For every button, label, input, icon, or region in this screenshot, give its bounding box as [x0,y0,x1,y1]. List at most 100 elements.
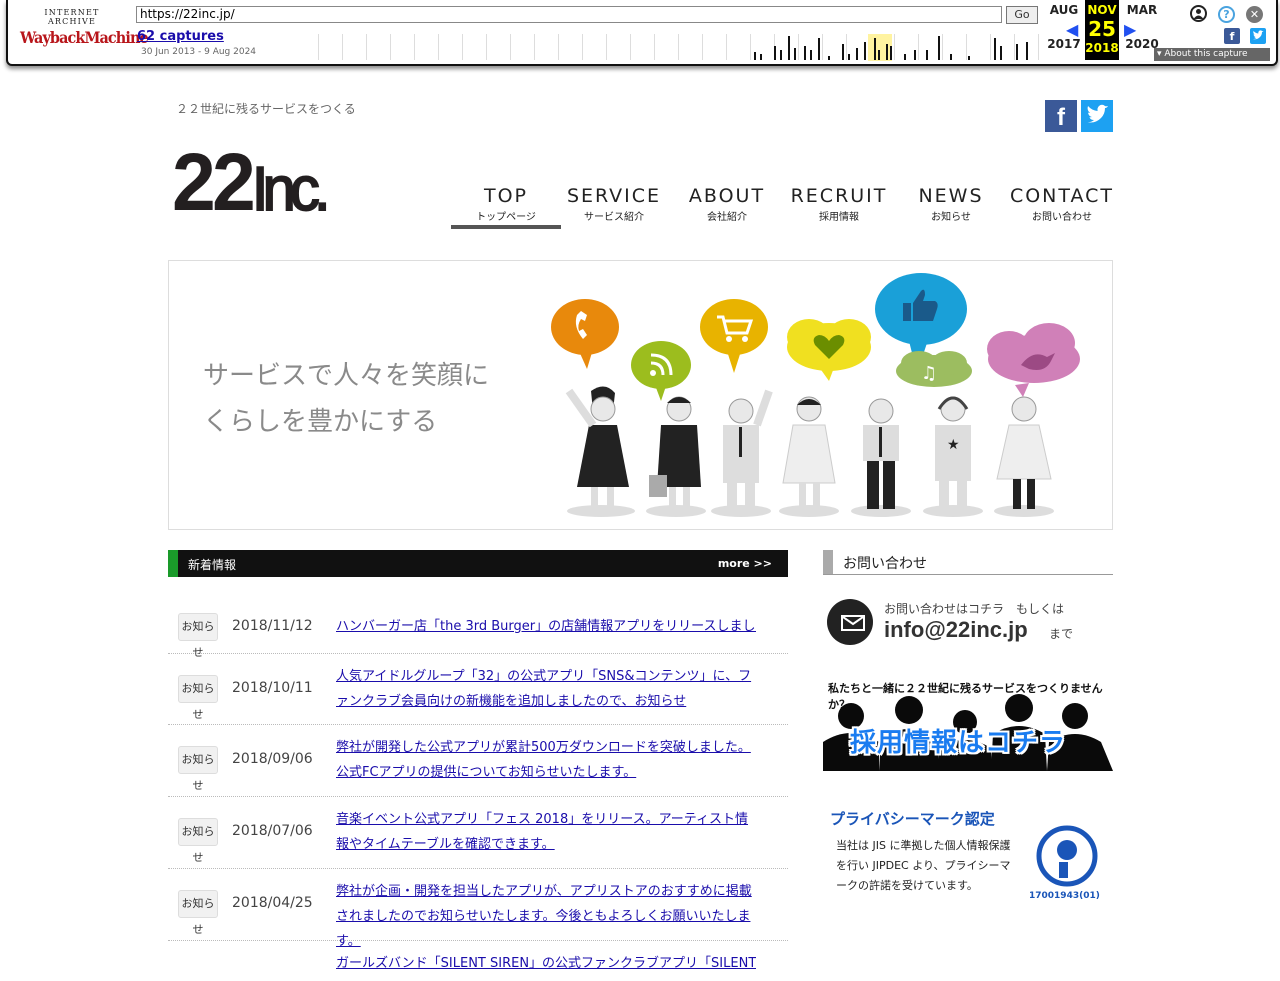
news-link[interactable]: ハンバーガー店「the 3rd Burger」の店舗情報アプリをリリースしました… [336,614,756,639]
account-icon[interactable] [1190,5,1207,22]
wayback-twitter-icon[interactable] [1250,28,1266,44]
privacy-title: プライバシーマーク認定 [830,810,995,828]
envelope-shape [841,615,865,631]
wayback-capture-range: 30 Jun 2013 - 9 Aug 2024 [141,47,257,57]
svg-text:♫: ♫ [921,363,937,384]
nav-label-jp: 会社紹介 [707,212,747,223]
sparkline-bar [818,38,820,60]
nav-label-en: TOP [483,185,529,207]
nav-item-top[interactable]: TOP トップページ [451,186,561,229]
wayback-logo[interactable]: INTERNET ARCHIVE WaybackMachine [20,8,149,48]
wayback-sparkline[interactable] [308,30,1039,61]
contact-banner[interactable]: お問い合わせはコチラ もしくは info@22inc.jp まで [823,596,1113,652]
sparkline-year-divider [534,34,535,60]
wayback-logo-main: WaybackMachine [20,28,149,47]
sparkline-bar [754,52,756,60]
sparkline-year-divider [1014,34,1015,60]
news-accent [168,550,178,577]
contact-email[interactable]: info@22inc.jp [884,617,1028,643]
news-link[interactable]: 弊社が開発した公式アプリが累計500万ダウンロードを突破しました。公式FCアプリ… [336,735,756,785]
sparkline-year-divider [894,34,895,60]
privacy-number: 17001943(01) [1029,891,1100,900]
hero-illustration: ♫ ★ [551,273,1080,517]
news-link[interactable]: 音楽イベント公式アプリ「フェス 2018」をリリース。アーティスト情報やタイムテ… [336,807,756,857]
sparkline-year-divider [990,34,991,60]
sparkline-bar [878,50,880,60]
sparkline-bar [774,46,776,60]
music-bubble-icon: ♫ [896,351,972,387]
sparkline-bar [760,54,762,60]
privacy-description: 当社は JIS に準拠した個人情報保護を行い JIPDEC より、プライシーマー… [836,839,1011,892]
wayback-facebook-icon[interactable]: f [1224,28,1240,44]
sparkline-bar [926,50,928,60]
sparkline-bar [938,36,940,60]
phone-bubble-icon [551,299,619,369]
wayback-toolbar: INTERNET ARCHIVE WaybackMachine https://… [6,0,1278,66]
sparkline-year-divider [678,34,679,60]
bird-bubble-icon [987,323,1080,397]
news-badge: お知らせ [178,890,218,936]
sparkline-bar [788,36,790,60]
sparkline-bar [804,46,806,60]
nav-label-jp: トップページ [476,212,536,223]
nav-item-about[interactable]: ABOUT 会社紹介 [672,186,782,223]
sparkline-bar [890,46,892,60]
rss-bubble-icon [631,341,691,401]
sparkline-year-divider [750,34,751,60]
hero-banner: サービスで人々を笑顔に くらしを豊かにする ♫ ★ [168,260,1113,530]
nav-label-en: CONTACT [1009,185,1115,207]
wayback-url-input[interactable]: https://22inc.jp/ [136,6,1002,23]
privacy-mark-logo: 17001943(01) [1029,825,1100,900]
recruit-banner[interactable]: 私たちと一緒に２２世紀に残るサービスをつくりませんか？ 採用情報はコチラ [823,678,1113,771]
wayback-go-button[interactable]: Go [1006,6,1038,24]
hero-line-1: サービスで人々を笑顔に [203,361,490,391]
news-item: お知らせ 2018/09/06 弊社が開発した公式アプリが累計500万ダウンロー… [168,725,788,797]
nav-item-service[interactable]: SERVICE サービス紹介 [559,186,669,223]
nav-item-recruit[interactable]: RECRUIT 採用情報 [784,186,894,223]
news-date: 2018/04/25 [232,895,313,911]
sparkline-bar [904,54,906,60]
next-arrow-icon[interactable]: ▶ [1124,20,1136,39]
prev-year: 2017 [1047,37,1081,51]
sparkline-year-divider [414,34,415,60]
sparkline-year-divider [702,34,703,60]
news-item: お知らせ 2018/07/06 音楽イベント公式アプリ「フェス 2018」をリリ… [168,797,788,869]
sparkline-year-divider [918,34,919,60]
privacy-mark-banner[interactable]: プライバシーマーク認定 当社は JIS に準拠した個人情報保護を行い JIPDE… [823,800,1113,900]
help-icon[interactable]: ? [1218,6,1235,23]
news-list: お知らせ 2018/11/12 ハンバーガー店「the 3rd Burger」の… [168,598,788,981]
nav-item-news[interactable]: NEWS お知らせ [896,186,1006,223]
nav-item-contact[interactable]: CONTACT お問い合わせ [1007,186,1117,223]
sparkline-bar [810,50,812,60]
facebook-icon[interactable]: f [1045,100,1077,132]
sparkline-year-divider [942,34,943,60]
site-tagline: ２２世紀に残るサービスをつくる [176,102,356,116]
news-link[interactable]: ガールズバンド「SILENT SIREN」の公式ファンクラブアプリ「SILENT… [336,951,756,976]
sparkline-bar [780,50,782,60]
news-more-link[interactable]: more >> [718,557,772,570]
news-item: お知らせ 2018/04/25 弊社が企画・開発を担当したアプリが、アプリストア… [168,869,788,949]
news-date: 2018/09/06 [232,751,313,767]
sparkline-year-divider [438,34,439,60]
about-capture-label: About this capture [1164,49,1248,59]
sparkline-bar [842,44,844,60]
sparkline-bar [968,56,970,60]
sparkline-year-divider [966,34,967,60]
sparkline-year-divider [606,34,607,60]
prev-arrow-icon[interactable]: ◀ [1066,20,1078,39]
nav-label-en: NEWS [918,185,984,207]
main-nav: TOP トップページ SERVICE サービス紹介 ABOUT 会社紹介 REC… [451,186,1113,230]
news-item: お知らせ 2018/10/11 人気アイドルグループ「32」の公式アプリ「SNS… [168,654,788,725]
sparkline-year-divider [486,34,487,60]
news-badge: お知らせ [178,675,218,721]
sparkline-bar [950,54,952,60]
close-icon[interactable]: ✕ [1246,6,1263,23]
next-month: MAR [1126,3,1158,17]
sparkline-year-divider [846,34,847,60]
news-link[interactable]: 人気アイドルグループ「32」の公式アプリ「SNS&コンテンツ」に、ファンクラブ会… [336,664,756,714]
about-capture-button[interactable]: ▾ About this capture [1154,48,1270,61]
site-logo[interactable]: 22Inc. [172,138,332,235]
wayback-captures-link[interactable]: 62 captures [137,29,224,44]
hero-line-2: くらしを豊かにする [203,407,438,437]
twitter-icon[interactable] [1081,100,1113,132]
